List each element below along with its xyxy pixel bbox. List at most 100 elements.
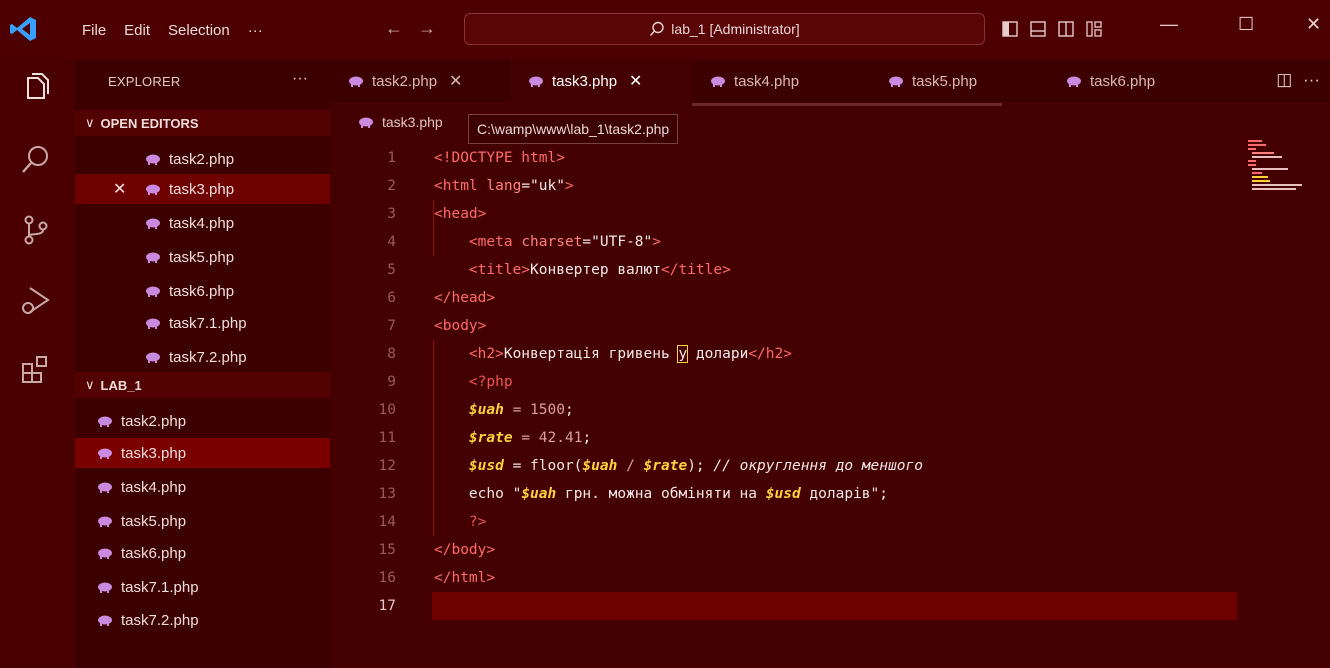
editor-actions: ◫ ···: [1276, 70, 1320, 90]
tab-task5[interactable]: task5.php: [870, 60, 1048, 102]
tab-task4[interactable]: task4.php: [692, 60, 870, 102]
line-number: 15: [378, 542, 396, 558]
open-editor-item[interactable]: task7.1.php: [75, 308, 330, 338]
close-window-icon[interactable]: ✕: [1306, 14, 1321, 35]
code-line: $uah = 1500;: [434, 396, 574, 424]
tab-bar: task2.php ✕ task3.php ✕ task4.php task5.…: [330, 60, 1330, 102]
open-editor-label: task2.php: [169, 150, 235, 168]
code-line: <body>: [434, 312, 486, 340]
open-editor-label: task6.php: [169, 282, 235, 300]
tab-label: task5.php: [912, 72, 978, 90]
code-token: 42.41: [538, 430, 583, 446]
toggle-primary-sidebar-icon[interactable]: [1002, 21, 1018, 37]
open-editor-item-active[interactable]: ✕ task3.php: [75, 174, 330, 204]
php-elephant-icon: [349, 76, 363, 87]
search-icon: [650, 21, 664, 36]
file-item[interactable]: task6.php: [75, 538, 330, 568]
code-token: </body>: [434, 542, 496, 558]
minimap[interactable]: [1248, 138, 1308, 198]
search-icon[interactable]: [18, 142, 54, 178]
vscode-logo-icon[interactable]: [8, 14, 38, 44]
code-token: <head>: [434, 206, 487, 222]
php-elephant-icon: [889, 76, 903, 87]
tab-task3[interactable]: task3.php ✕: [510, 60, 692, 102]
explorer-icon[interactable]: [18, 70, 54, 106]
code-token: /: [617, 458, 644, 474]
editor-area: task2.php ✕ task3.php ✕ task4.php task5.…: [330, 60, 1330, 668]
breadcrumb-file: task3.php: [382, 114, 443, 130]
file-item[interactable]: task4.php: [75, 472, 330, 502]
forward-arrow-icon[interactable]: →: [418, 18, 436, 39]
minimize-icon[interactable]: —: [1160, 14, 1178, 35]
code-line: echo "$uah грн. можна обміняти на $usd д…: [434, 480, 888, 508]
toggle-secondary-sidebar-icon[interactable]: [1058, 21, 1074, 37]
open-editor-item[interactable]: task7.2.php: [75, 342, 330, 372]
open-editor-item[interactable]: task4.php: [75, 208, 330, 238]
open-editor-item[interactable]: task2.php: [75, 144, 330, 174]
code-token: <title>: [468, 262, 531, 278]
code-token: 1500: [530, 402, 565, 418]
code-token: $usd: [468, 458, 504, 474]
source-control-icon[interactable]: [18, 212, 54, 248]
code-token: );: [687, 458, 714, 474]
breadcrumb[interactable]: task3.php: [358, 114, 443, 130]
file-label: task7.1.php: [121, 578, 199, 596]
open-editor-label: task5.php: [169, 248, 235, 266]
tab-label: task6.php: [1090, 72, 1156, 90]
tab-task2[interactable]: task2.php ✕: [330, 60, 510, 102]
open-editor-item[interactable]: task6.php: [75, 276, 330, 306]
php-elephant-icon: [711, 76, 725, 87]
menu-edit[interactable]: Edit: [124, 22, 150, 39]
code-token: >: [652, 234, 661, 250]
back-arrow-icon[interactable]: ←: [385, 18, 403, 39]
close-tab-icon[interactable]: ✕: [449, 71, 462, 91]
toggle-panel-icon[interactable]: [1030, 21, 1046, 37]
tab-task6[interactable]: task6.php: [1048, 60, 1226, 102]
close-editor-icon[interactable]: ✕: [113, 179, 126, 199]
file-item[interactable]: task2.php: [75, 406, 330, 436]
code-token: $uah: [468, 402, 504, 418]
code-token: <?php: [468, 374, 513, 390]
code-token: <body>: [434, 318, 487, 334]
folder-header[interactable]: ∨ LAB_1: [75, 372, 330, 398]
line-number: 8: [387, 346, 396, 362]
php-elephant-icon: [98, 615, 112, 626]
code-line: <!DOCTYPE html>: [434, 144, 565, 172]
close-tab-icon[interactable]: ✕: [629, 71, 642, 91]
more-actions-icon[interactable]: ···: [1303, 70, 1320, 89]
line-number: 16: [378, 570, 396, 586]
php-elephant-icon: [98, 582, 112, 593]
open-editors-header[interactable]: ∨ OPEN EDITORS: [75, 110, 330, 136]
file-item[interactable]: task5.php: [75, 506, 330, 536]
menu-file[interactable]: File: [82, 22, 106, 39]
menu-selection[interactable]: Selection: [168, 22, 230, 39]
line-number: 9: [387, 374, 396, 390]
line-number: 12: [378, 458, 396, 474]
code-token: "UTF-8": [591, 234, 653, 250]
code-token: </title>: [660, 262, 731, 278]
file-item[interactable]: task7.1.php: [75, 572, 330, 602]
code-token: lang: [486, 178, 522, 194]
extensions-icon[interactable]: [18, 352, 54, 388]
line-number: 5: [387, 262, 396, 278]
code-token: $usd: [765, 486, 801, 502]
command-center[interactable]: lab_1 [Administrator]: [464, 13, 985, 45]
file-item[interactable]: task7.2.php: [75, 605, 330, 635]
maximize-icon[interactable]: ☐: [1238, 14, 1254, 35]
menu-more[interactable]: ···: [248, 22, 263, 39]
customize-layout-icon[interactable]: [1086, 21, 1102, 37]
file-item-selected[interactable]: task3.php: [75, 438, 330, 468]
code-token: грн. можна обміняти на: [556, 486, 766, 502]
open-editor-item[interactable]: task5.php: [75, 242, 330, 272]
code-token: </h2>: [748, 346, 792, 362]
line-number: 6: [387, 290, 396, 306]
menu-bar: File Edit Selection ···: [82, 0, 281, 60]
line-number: 11: [378, 430, 396, 446]
code-token: charset: [521, 234, 583, 250]
explorer-more-icon[interactable]: ···: [292, 70, 308, 88]
php-elephant-icon: [146, 286, 160, 297]
tab-scrollbar[interactable]: [692, 103, 1002, 106]
run-debug-icon[interactable]: [18, 282, 54, 318]
explorer-sidebar: EXPLORER ··· ∨ OPEN EDITORS task2.php ✕ …: [75, 60, 330, 668]
split-editor-icon[interactable]: ◫: [1276, 70, 1292, 89]
